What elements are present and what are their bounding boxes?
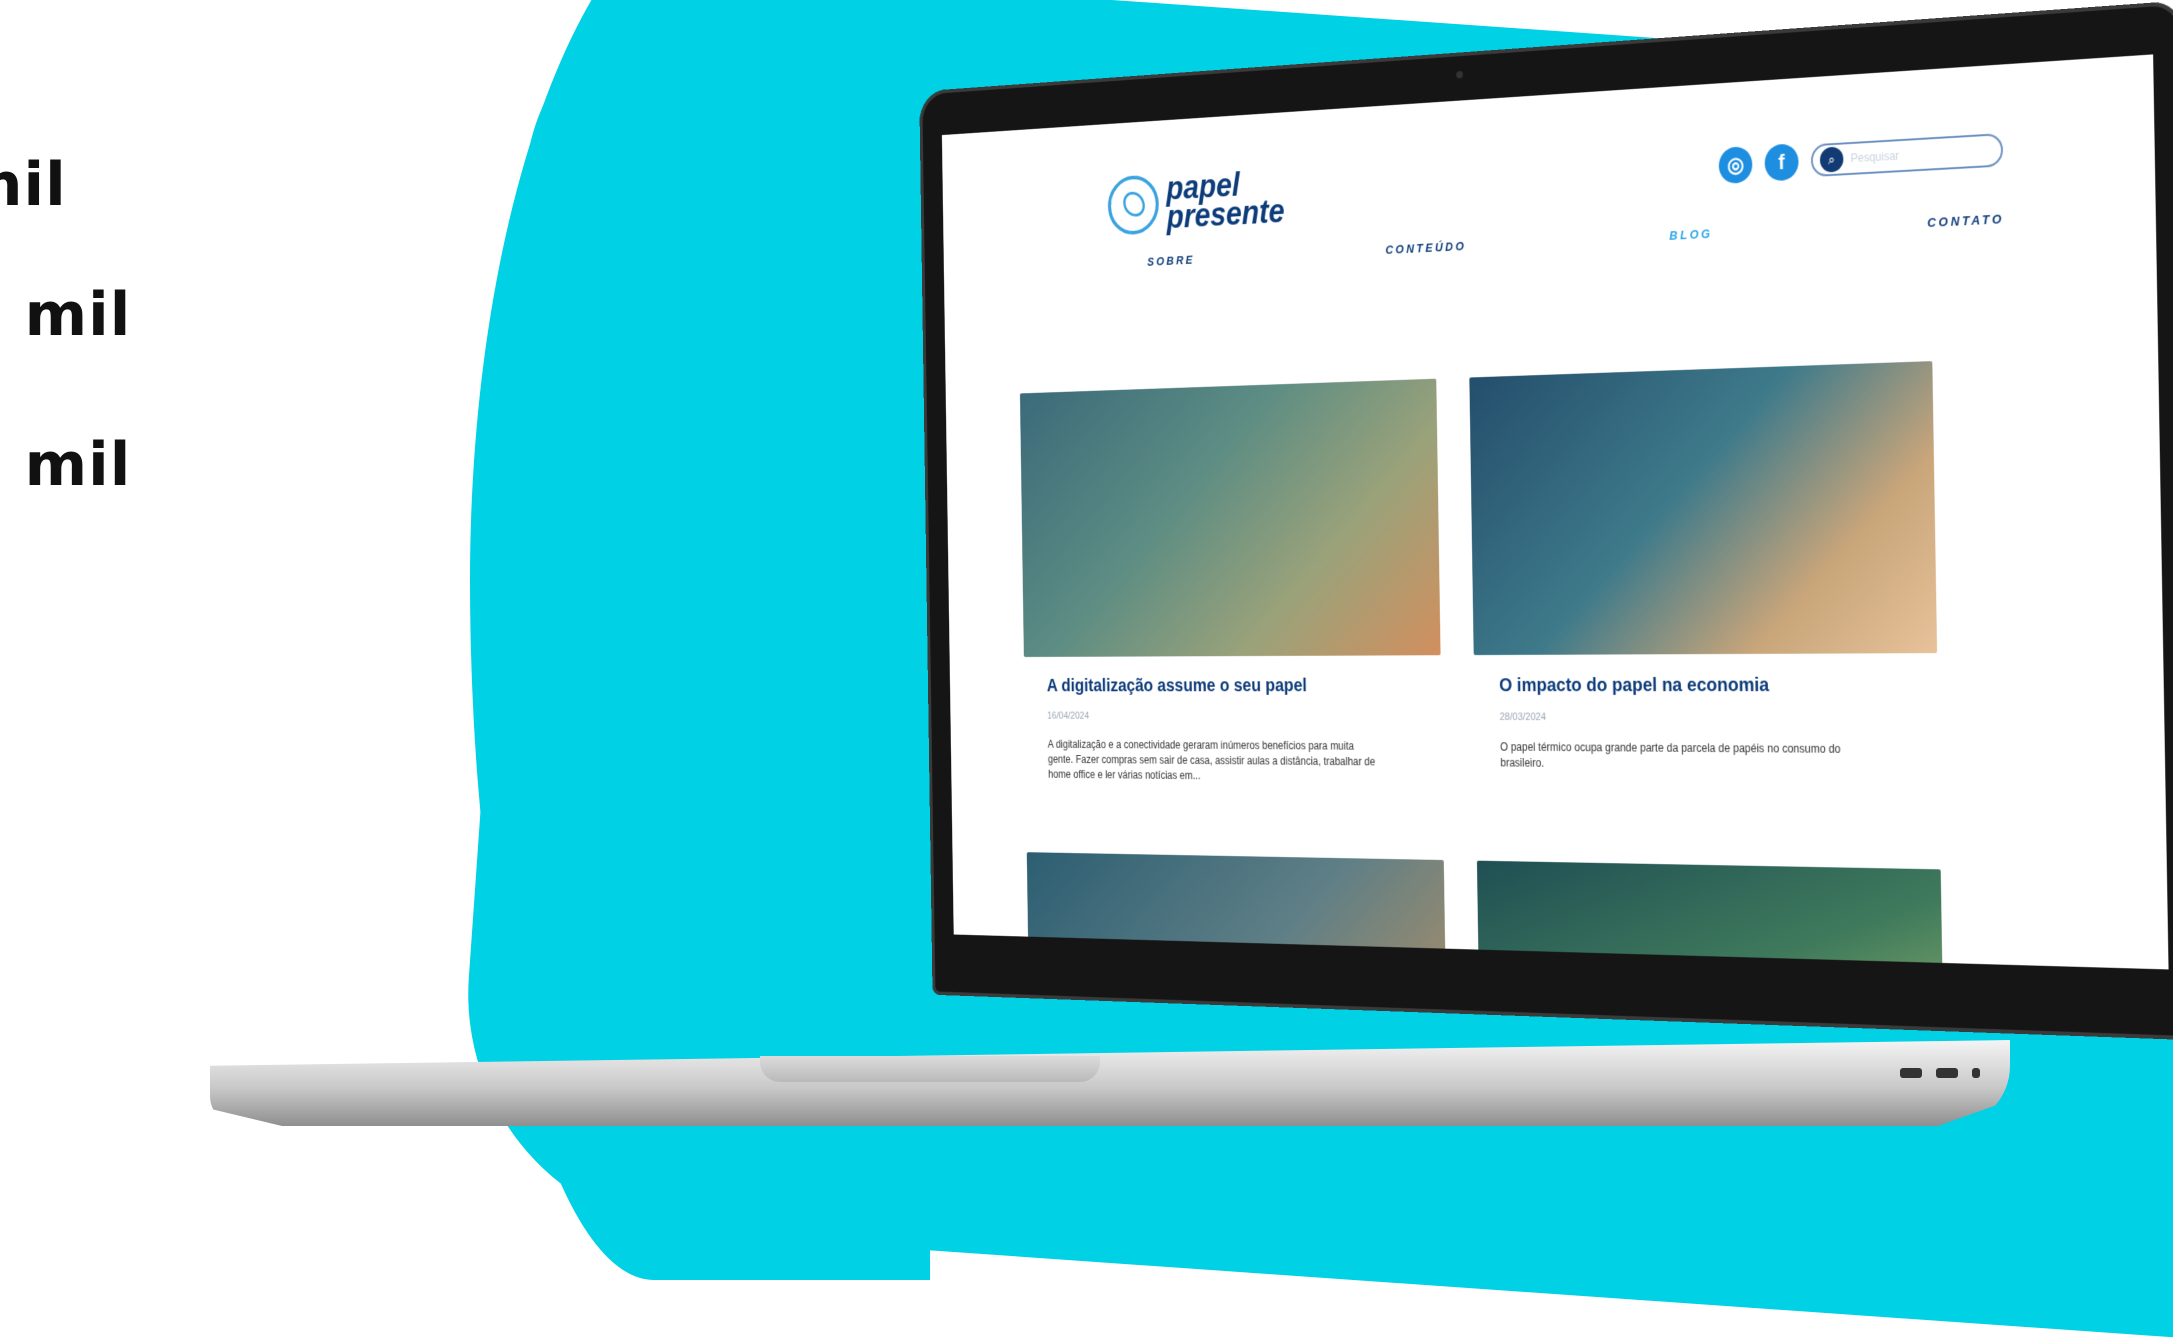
logo-text: papel presente — [1166, 168, 1285, 232]
nav-conteudo[interactable]: CONTEÚDO — [1385, 239, 1466, 257]
post-title[interactable]: A digitalização assume o seu papel — [1047, 676, 1442, 697]
site-header: papel presente ◎ f ⌕ Pesquisar SOBRE CON… — [942, 54, 2157, 309]
camera-dot — [1456, 71, 1463, 79]
post-date: 16/04/2024 — [1047, 711, 1441, 723]
search-box[interactable]: ⌕ Pesquisar — [1811, 133, 2003, 177]
blog-posts: A digitalização assume o seu papel 16/04… — [1020, 361, 1946, 969]
instagram-icon[interactable]: ◎ — [1719, 146, 1753, 184]
nav-sobre[interactable]: SOBRE — [1147, 253, 1195, 269]
post-card[interactable]: O impacto do papel na economia 28/03/202… — [1469, 361, 1939, 791]
laptop-screen: papel presente ◎ f ⌕ Pesquisar SOBRE CON… — [942, 54, 2169, 969]
stat-2: 0 mil — [0, 280, 131, 350]
facebook-icon[interactable]: f — [1764, 143, 1798, 181]
search-icon[interactable]: ⌕ — [1820, 146, 1844, 172]
laptop-notch — [760, 1056, 1100, 1082]
search-input[interactable]: Pesquisar — [1850, 149, 1899, 165]
site-logo[interactable]: papel presente — [1108, 167, 1285, 236]
post-card[interactable] — [1027, 852, 1448, 969]
stat-1: mil — [0, 150, 67, 220]
post-image[interactable] — [1477, 861, 1946, 970]
laptop-ports — [1900, 1068, 1980, 1078]
post-title[interactable]: O impacto do papel na economia — [1499, 675, 1938, 697]
post-image[interactable] — [1027, 852, 1448, 969]
post-card[interactable] — [1477, 861, 1946, 970]
post-date: 28/03/2024 — [1500, 712, 1939, 725]
post-excerpt: O papel térmico ocupa grande parte da pa… — [1500, 739, 1866, 774]
header-social: ◎ f ⌕ Pesquisar — [1719, 131, 2004, 184]
nav-contato[interactable]: CONTATO — [1927, 211, 2004, 230]
laptop-lid: papel presente ◎ f ⌕ Pesquisar SOBRE CON… — [919, 1, 2173, 1041]
logo-line-2: presente — [1166, 197, 1284, 232]
post-image[interactable] — [1020, 379, 1441, 657]
post-excerpt: A digitalização e a conectividade gerara… — [1048, 737, 1377, 785]
logo-icon — [1108, 174, 1160, 236]
post-card[interactable]: A digitalização assume o seu papel 16/04… — [1020, 379, 1443, 787]
post-image[interactable] — [1469, 361, 1937, 655]
nav-blog[interactable]: BLOG — [1669, 226, 1712, 242]
stat-3: 0 mil — [0, 430, 131, 500]
